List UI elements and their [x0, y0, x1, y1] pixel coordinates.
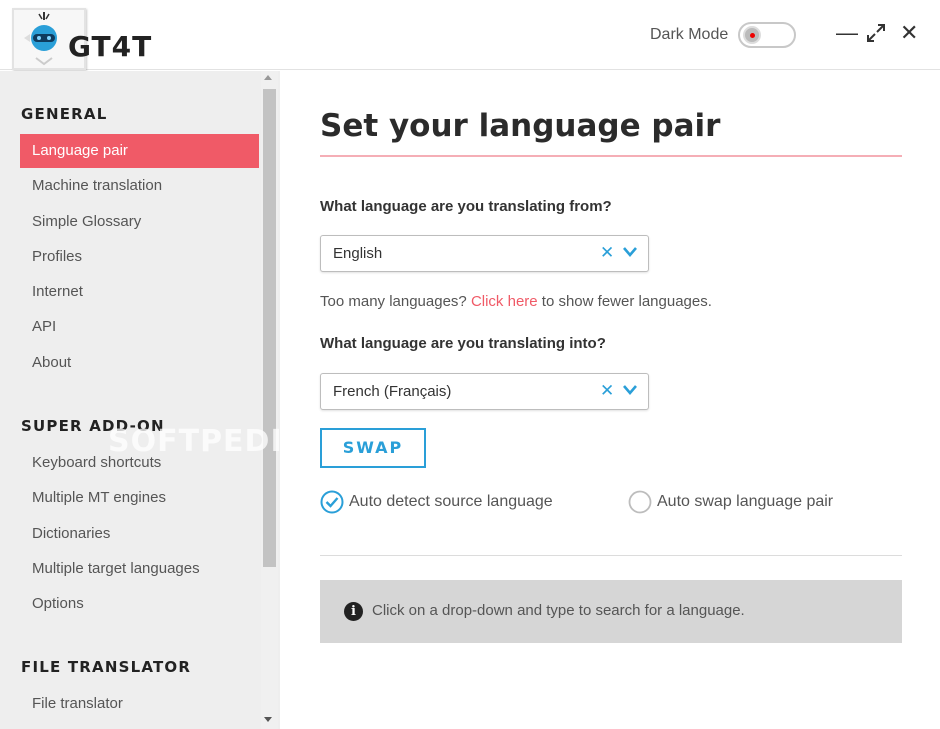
clear-icon[interactable]: ✕ — [600, 243, 614, 263]
sidebar-scrollbar[interactable] — [261, 71, 278, 729]
section-title-general: GENERAL — [21, 105, 108, 123]
click-here-link[interactable]: Click here — [471, 293, 538, 310]
scroll-up-arrow-icon[interactable] — [264, 75, 272, 80]
scroll-down-arrow-icon[interactable] — [264, 717, 272, 722]
title-underline — [320, 155, 902, 157]
sidebar-item-internet[interactable]: Internet — [20, 275, 259, 309]
swap-button[interactable]: SWAP — [320, 428, 426, 468]
unchecked-circle-icon[interactable] — [628, 490, 652, 514]
from-language-select[interactable]: English ✕ — [320, 235, 649, 272]
clear-icon[interactable]: ✕ — [600, 381, 614, 401]
sidebar-item-machine-translation[interactable]: Machine translation — [20, 169, 259, 203]
sidebar-item-file-translator[interactable]: File translator — [20, 687, 259, 721]
app-title: GT4T — [68, 30, 153, 63]
dark-mode-toggle[interactable] — [738, 22, 797, 48]
section-title-file-translator: FILE TRANSLATOR — [21, 658, 192, 676]
chevron-down-icon[interactable] — [623, 383, 637, 397]
maximize-button[interactable] — [866, 20, 886, 49]
from-language-question: What language are you translating from? — [320, 198, 612, 215]
toggle-knob — [743, 26, 762, 44]
dark-mode-control: Dark Mode — [650, 22, 797, 48]
sidebar-item-dictionaries[interactable]: Dictionaries — [20, 517, 259, 551]
sidebar-item-multiple-target-languages[interactable]: Multiple target languages — [20, 552, 259, 586]
auto-swap-option[interactable]: Auto swap language pair — [628, 490, 833, 514]
minimize-button[interactable]: — — [836, 20, 858, 46]
sidebar-item-options[interactable]: Options — [20, 587, 259, 621]
chevron-down-icon[interactable] — [623, 245, 637, 259]
sidebar: GENERAL Language pair Machine translatio… — [0, 71, 280, 729]
title-bar: GT4T Dark Mode — ✕ — [0, 0, 940, 70]
sidebar-item-profiles[interactable]: Profiles — [20, 240, 259, 274]
into-language-value: French (Français) — [333, 383, 452, 400]
section-divider — [320, 555, 902, 556]
dark-mode-label: Dark Mode — [650, 26, 729, 43]
info-icon: i — [344, 602, 363, 621]
auto-detect-label: Auto detect source language — [349, 493, 553, 510]
watermark: SOFTPEDIA — [108, 424, 307, 459]
sidebar-item-api[interactable]: API — [20, 310, 259, 344]
sidebar-item-language-pair[interactable]: Language pair — [20, 134, 259, 168]
app-logo: GT4T — [12, 8, 151, 70]
sidebar-item-simple-glossary[interactable]: Simple Glossary — [20, 205, 259, 239]
fewer-languages-hint: Too many languages? Click here to show f… — [320, 293, 712, 310]
into-language-select[interactable]: French (Français) ✕ — [320, 373, 649, 410]
sidebar-item-multiple-mt-engines[interactable]: Multiple MT engines — [20, 481, 259, 515]
expand-icon — [867, 24, 885, 42]
auto-detect-option[interactable]: Auto detect source language — [320, 490, 553, 514]
page-title: Set your language pair — [320, 108, 721, 144]
scroll-thumb[interactable] — [263, 89, 276, 567]
into-language-question: What language are you translating into? — [320, 335, 606, 352]
checked-circle-icon[interactable] — [320, 490, 344, 514]
auto-swap-label: Auto swap language pair — [657, 493, 834, 510]
hint-text-after: to show fewer languages. — [537, 293, 712, 310]
from-language-value: English — [333, 245, 383, 262]
close-button[interactable]: ✕ — [900, 20, 918, 46]
sidebar-item-about[interactable]: About — [20, 346, 259, 380]
info-text: Click on a drop-down and type to search … — [372, 602, 745, 619]
info-box: i Click on a drop-down and type to searc… — [320, 580, 902, 643]
hint-text-before: Too many languages? — [320, 293, 471, 310]
